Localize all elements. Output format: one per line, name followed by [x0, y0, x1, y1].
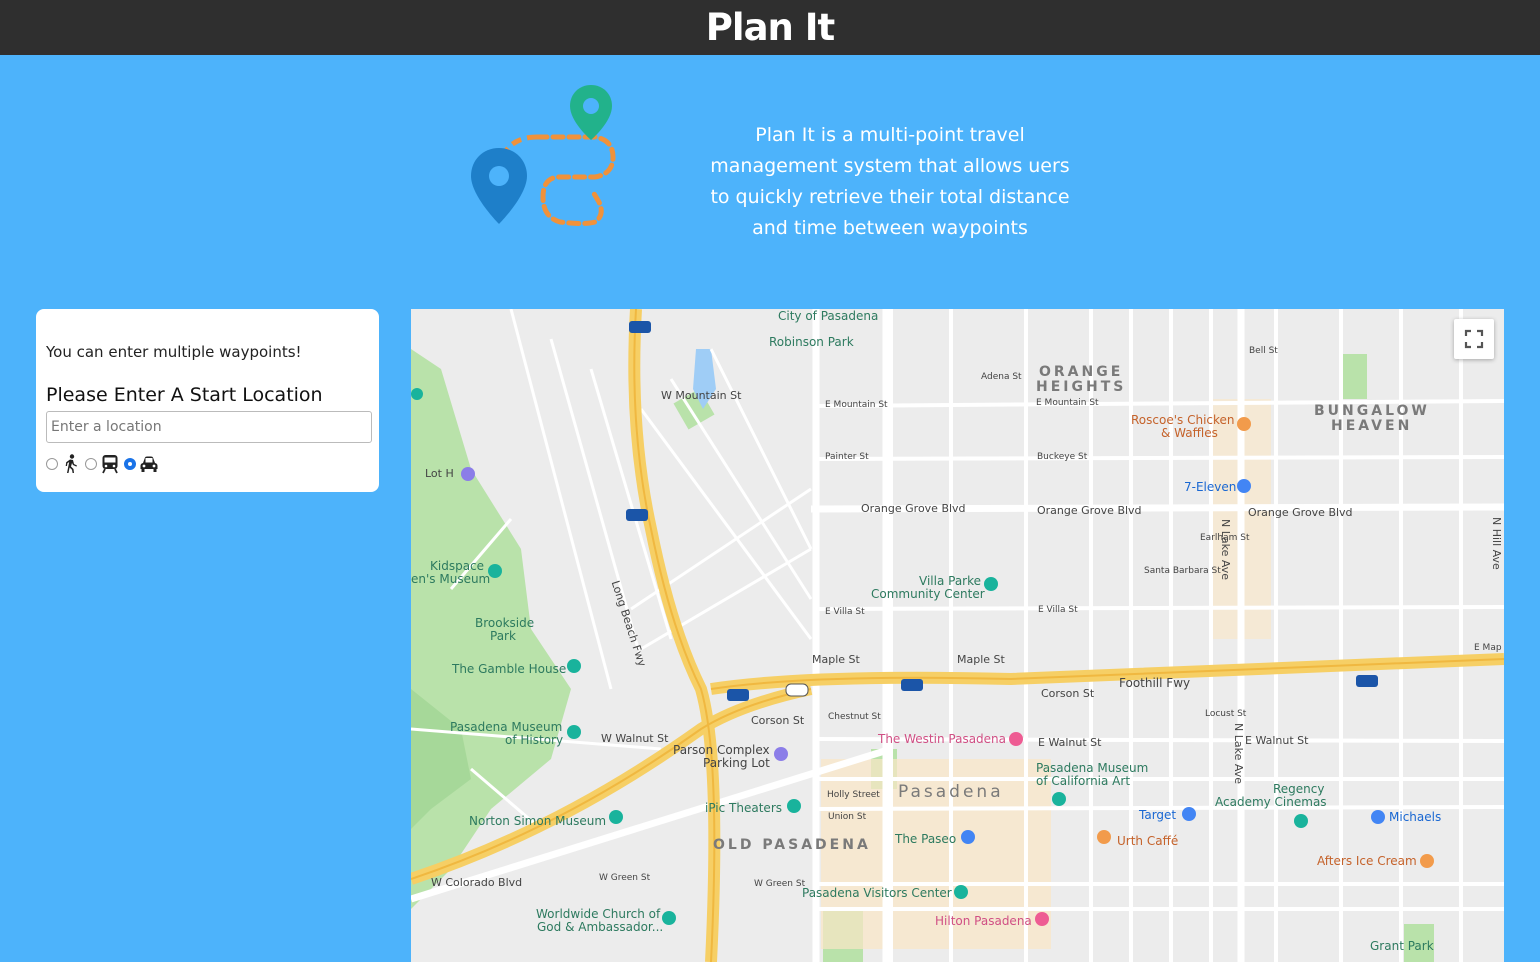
route-logo	[465, 82, 625, 242]
street-walnut-2: E Walnut St	[1038, 736, 1102, 749]
map-label-museum-history: Pasadena Museum	[450, 720, 563, 734]
waypoints-hint: You can enter multiple waypoints!	[46, 343, 302, 361]
street-colorado: W Colorado Blvd	[431, 876, 523, 889]
map-label-pasadena: Pasadena	[898, 782, 1004, 802]
fullscreen-button[interactable]	[1454, 319, 1494, 359]
route-form-panel: You can enter multiple waypoints! Please…	[36, 309, 379, 492]
transit-radio[interactable]	[85, 458, 97, 470]
street-santa-barbara: Santa Barbara St	[1144, 566, 1221, 576]
map-label-orange-heights: ORANGE	[1039, 364, 1124, 380]
street-maple-2: Maple St	[957, 653, 1005, 666]
map-label-orange-heights-2: HEIGHTS	[1036, 379, 1127, 395]
map-label-afters: Afters Ice Cream	[1317, 854, 1417, 868]
app-description: Plan It is a multi-point travel manageme…	[710, 124, 1070, 239]
map-label-old-pasadena: OLD PASADENA	[713, 837, 871, 853]
street-hill-ave: N Hill Ave	[1490, 517, 1503, 570]
map-pin-blue-icon	[471, 148, 527, 224]
map-label-bungalow-heaven-2: HEAVEN	[1331, 418, 1413, 434]
map-label-worldwide-2: God & Ambassador...	[537, 920, 664, 934]
map-label-gamble-house: The Gamble House	[452, 662, 567, 676]
street-n-lake-2: N Lake Ave	[1232, 723, 1245, 784]
street-bell: Bell St	[1249, 346, 1278, 356]
street-n-lake-1: N Lake Ave	[1219, 519, 1232, 580]
start-location-label: Please Enter A Start Location	[46, 384, 323, 406]
travel-mode-selector	[46, 452, 163, 476]
walking-icon	[65, 454, 77, 473]
map-label-paseo: The Paseo	[895, 832, 957, 846]
fullscreen-icon	[1464, 329, 1484, 349]
street-orange-grove-3: Orange Grove Blvd	[1248, 506, 1353, 519]
street-painter: Painter St	[825, 452, 869, 462]
map-label-worldwide: Worldwide Church of	[536, 907, 661, 921]
street-chestnut: Chestnut St	[828, 712, 881, 722]
street-mountain-3: E Mountain St	[1036, 398, 1099, 408]
map-label-city-hall: City of Pasadena	[778, 309, 879, 323]
map-label-kidspace-2: en's Museum	[411, 572, 491, 586]
start-location-input[interactable]	[46, 411, 372, 443]
map-label-parson-2: Parking Lot	[703, 756, 770, 770]
map-label-brookside-2: Park	[490, 629, 516, 643]
map-label-kidspace: Kidspace	[430, 559, 485, 573]
street-mountain-2: E Mountain St	[825, 400, 888, 410]
map-label-ipic: iPic Theaters	[705, 801, 782, 815]
street-buckeye: Buckeye St	[1037, 452, 1088, 462]
street-orange-grove-2: Orange Grove Blvd	[1037, 504, 1142, 517]
street-maple-1: Maple St	[812, 653, 860, 666]
route-map[interactable]: City of Pasadena Robinson Park ORANGE HE…	[411, 309, 1504, 962]
map-label-bungalow-heaven: BUNGALOW	[1314, 403, 1430, 419]
map-label-grant-park: Grant Park	[1370, 939, 1434, 953]
walking-radio[interactable]	[46, 458, 58, 470]
street-green-2: W Green St	[754, 879, 806, 889]
street-union: Union St	[828, 812, 867, 822]
map-label-roscoes: Roscoe's Chicken	[1131, 413, 1235, 427]
map-label-lot-h: Lot H	[425, 467, 454, 480]
map-label-michaels: Michaels	[1389, 810, 1442, 824]
street-corson-2: Corson St	[751, 714, 805, 727]
transit-icon	[102, 455, 118, 474]
street-adena: Adena St	[981, 372, 1022, 382]
street-corson-1: Corson St	[1041, 687, 1095, 700]
map-pin-green-icon	[570, 85, 612, 140]
street-villa-1: E Villa St	[825, 607, 865, 617]
street-walnut-1: W Walnut St	[601, 732, 669, 745]
map-label-villa-parke-2: Community Center	[871, 587, 985, 601]
street-walnut-3: E Walnut St	[1245, 734, 1309, 747]
map-label-robinson-park: Robinson Park	[769, 335, 854, 349]
app-header: Plan It	[0, 0, 1540, 55]
map-label-villa-parke: Villa Parke	[919, 574, 982, 588]
street-orange-grove-1: Orange Grove Blvd	[861, 502, 966, 515]
driving-radio[interactable]	[124, 458, 136, 470]
map-label-target: Target	[1139, 808, 1177, 822]
map-label-seven-eleven: 7-Eleven	[1184, 480, 1237, 494]
map-label-norton-simon: Norton Simon Museum	[469, 814, 607, 828]
map-label-westin: The Westin Pasadena	[878, 732, 1007, 746]
map-label-museum-ca-2: of California Art	[1036, 774, 1131, 788]
map-label-regency: Regency	[1273, 782, 1325, 796]
street-e-maple: E Map	[1474, 643, 1502, 653]
map-label-hilton: Hilton Pasadena	[935, 914, 1032, 928]
map-label-roscoes-2: & Waffles	[1161, 426, 1218, 440]
street-foothill-fwy: Foothill Fwy	[1119, 676, 1191, 690]
street-mountain-1: W Mountain St	[661, 389, 742, 402]
map-label-museum-history-2: of History	[505, 733, 564, 747]
street-green-1: W Green St	[599, 873, 651, 883]
app-title: Plan It	[705, 6, 835, 49]
street-locust: Locust St	[1205, 709, 1247, 719]
map-label-urth: Urth Caffé	[1117, 834, 1179, 848]
map-label-museum-ca: Pasadena Museum	[1036, 761, 1149, 775]
map-label-parson: Parson Complex	[673, 743, 770, 757]
car-icon	[140, 456, 158, 472]
street-villa-2: E Villa St	[1038, 605, 1078, 615]
map-label-brookside: Brookside	[475, 616, 535, 630]
map-label-visitors: Pasadena Visitors Center	[802, 886, 952, 900]
street-holly: Holly Street	[827, 790, 880, 800]
map-label-regency-2: Academy Cinemas	[1215, 795, 1327, 809]
